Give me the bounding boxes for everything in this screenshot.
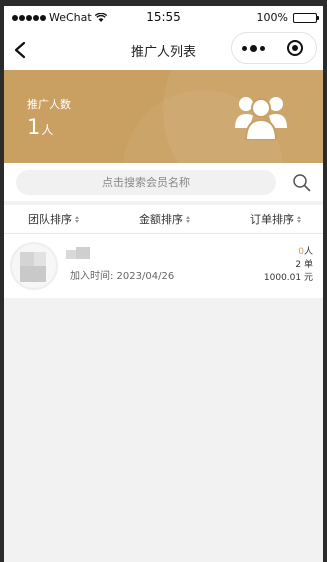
amount-unit: 元 bbox=[303, 273, 313, 283]
member-name-mosaic bbox=[66, 247, 92, 259]
status-bar: WeChat 15:55 100% bbox=[4, 6, 323, 29]
amount-value: 1000.01 bbox=[263, 273, 302, 283]
promoter-summary-banner: 推广人数 1 人 bbox=[4, 70, 323, 163]
team-icon bbox=[235, 97, 287, 140]
search-icon[interactable] bbox=[292, 173, 311, 192]
join-date: 加入时间: 2023/04/26 bbox=[70, 271, 175, 282]
battery-icon bbox=[293, 12, 319, 23]
promoter-count-unit: 人 bbox=[41, 123, 54, 137]
member-row[interactable]: 加入时间: 2023/04/26 0人 2 单 1000.01 元 bbox=[4, 234, 323, 298]
sort-arrows-icon bbox=[75, 215, 79, 223]
amount: 1000.01 元 bbox=[264, 272, 313, 285]
sort-arrows-icon bbox=[186, 215, 190, 223]
sort-orders-label: 订单排序 bbox=[250, 213, 294, 226]
order-count: 2 单 bbox=[264, 259, 313, 272]
sort-arrows-icon bbox=[297, 215, 301, 223]
battery-indicator: 100% bbox=[256, 11, 319, 24]
team-count: 0人 bbox=[264, 246, 313, 259]
team-count-unit: 人 bbox=[303, 247, 313, 257]
search-input[interactable] bbox=[16, 170, 276, 195]
phone-screen: WeChat 15:55 100% 推广人列表 推广人数 1 人 点击搜索会员名… bbox=[4, 6, 323, 562]
member-stats: 0人 2 单 1000.01 元 bbox=[264, 246, 313, 285]
sort-amount-label: 金额排序 bbox=[139, 213, 183, 226]
sort-by-orders[interactable]: 订单排序 bbox=[210, 205, 323, 233]
order-count-value: 2 bbox=[295, 260, 302, 270]
sort-bar: 团队排序 金额排序 订单排序 bbox=[4, 205, 323, 234]
close-icon[interactable] bbox=[274, 40, 316, 56]
battery-percent: 100% bbox=[256, 11, 288, 24]
promoter-count-value: 1 bbox=[27, 115, 41, 139]
nav-bar: 推广人列表 bbox=[4, 29, 323, 70]
sort-team-label: 团队排序 bbox=[28, 213, 72, 226]
sort-by-amount[interactable]: 金额排序 bbox=[119, 205, 210, 233]
search-bar bbox=[4, 163, 323, 201]
mini-program-capsule bbox=[231, 32, 317, 64]
promoter-count: 1 人 bbox=[27, 115, 53, 139]
avatar bbox=[10, 242, 58, 290]
order-count-unit: 单 bbox=[303, 260, 313, 270]
more-icon[interactable] bbox=[232, 44, 274, 52]
promoter-count-label: 推广人数 bbox=[27, 98, 71, 111]
sort-by-team[interactable]: 团队排序 bbox=[4, 205, 119, 233]
